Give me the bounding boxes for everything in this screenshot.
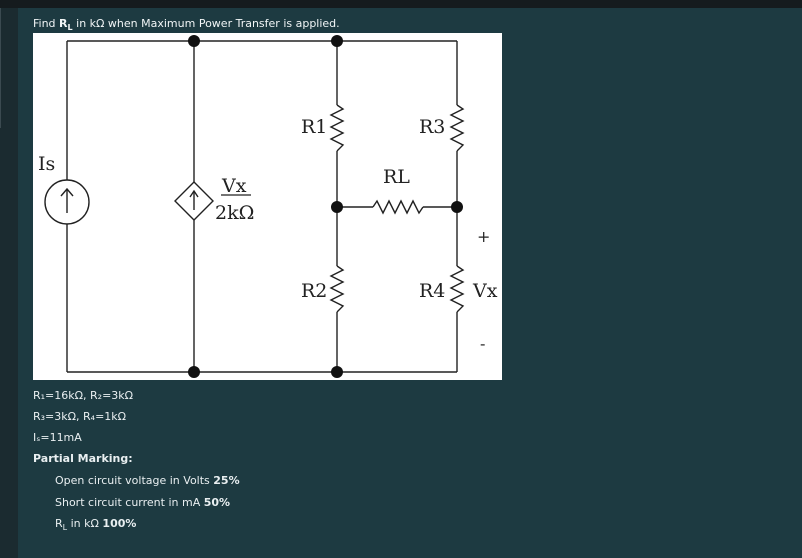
marking-item-rl: RL in kΩ 100% xyxy=(55,517,137,533)
plus-sign: + xyxy=(477,227,490,246)
minus-sign: - xyxy=(480,334,485,353)
circuit-diagram: Is R1 R2 R3 R4 RL Vx 2kΩ Vx + - xyxy=(33,33,502,380)
rl-resistor xyxy=(372,199,424,215)
r3-resistor xyxy=(449,104,465,152)
given-r3-r4: R₃=3kΩ, R₄=1kΩ xyxy=(33,410,127,423)
vx-label: Vx xyxy=(472,280,498,302)
r1-label: R1 xyxy=(301,116,327,138)
marking-item-voc: Open circuit voltage in Volts 25% xyxy=(55,474,240,487)
given-is: Iₛ=11mA xyxy=(33,431,82,444)
current-source-is xyxy=(44,179,90,225)
dep-numerator: Vx xyxy=(221,175,247,197)
given-r1-r2: R₁=16kΩ, R₂=3kΩ xyxy=(33,389,134,402)
r4-label: R4 xyxy=(419,280,445,302)
question-text: Find RL in kΩ when Maximum Power Transfe… xyxy=(33,17,340,33)
r4-resistor xyxy=(449,265,465,313)
r3-label: R3 xyxy=(419,116,445,138)
circuit-svg: Is R1 R2 R3 R4 RL Vx 2kΩ Vx + - xyxy=(38,35,498,378)
dep-denominator: 2kΩ xyxy=(215,202,254,224)
left-edge xyxy=(0,8,1,128)
r2-label: R2 xyxy=(301,280,327,302)
top-bar xyxy=(0,0,802,8)
r1-resistor xyxy=(329,104,345,152)
is-label: Is xyxy=(38,153,55,175)
dependent-source xyxy=(174,181,214,221)
r2-resistor xyxy=(329,265,345,313)
marking-item-isc: Short circuit current in mA 50% xyxy=(55,496,231,509)
rl-label: RL xyxy=(383,166,410,188)
partial-marking-title: Partial Marking: xyxy=(33,452,133,465)
